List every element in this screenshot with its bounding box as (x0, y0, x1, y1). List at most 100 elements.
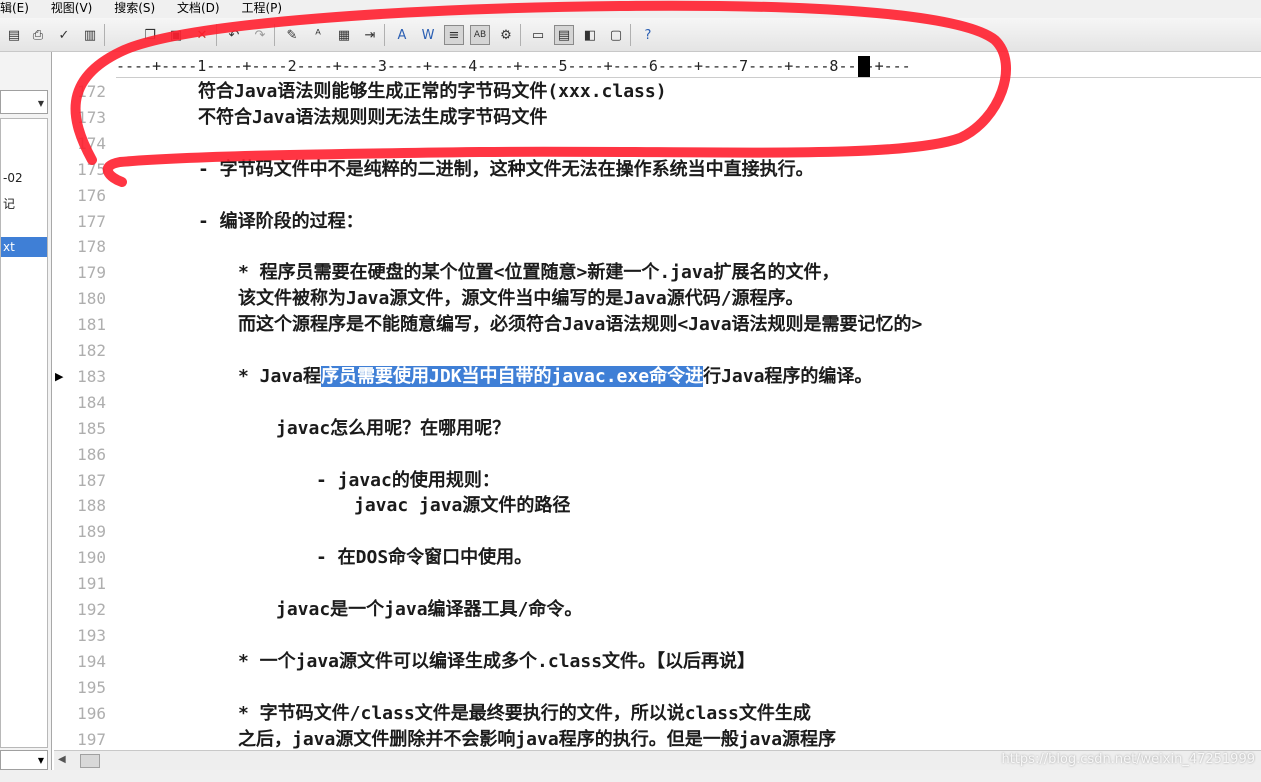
help-icon[interactable]: ? (638, 25, 658, 45)
spellcheck-icon[interactable]: ✓ (54, 25, 74, 45)
line-number: 188 (77, 496, 106, 516)
code-line[interactable]: * 字节码文件/class文件是最终要执行的文件，所以说class文件生成 (238, 701, 811, 727)
ruler-icon[interactable]: AB (470, 25, 490, 45)
clip-library-icon[interactable]: ◧ (580, 25, 600, 45)
document-list-icon[interactable]: ▤ (554, 25, 574, 45)
line-number: 174 (77, 133, 106, 153)
goto-line-icon[interactable]: ⇥ (360, 25, 380, 45)
line-number: 176 (77, 185, 106, 205)
line-number: 196 (77, 703, 106, 723)
code-text: - 编译阶段的过程： (198, 210, 364, 232)
ruler: ----+----1----+----2----+----3----+----4… (116, 54, 1261, 78)
output-window-icon[interactable]: ▢ (606, 25, 626, 45)
list-item[interactable]: -02 (3, 171, 23, 185)
paste-icon[interactable]: ▣ (166, 25, 186, 45)
line-number: 181 (77, 315, 106, 335)
code-line[interactable]: * Java程序员需要使用JDK当中自带的javac.exe命令进行Java程序… (238, 364, 872, 390)
redo-icon[interactable]: ↷ (250, 25, 270, 45)
code-line[interactable]: 该文件被称为Java源文件，源文件当中编写的是Java源代码/源程序。 (238, 286, 804, 312)
document-panel: ▼ -02 记 xt ▼ (0, 52, 52, 782)
copy-icon[interactable]: ❐ (140, 25, 160, 45)
toolbar: ▤ ⎙ ✓ ▥ ❐ ▣ ✕ ↶ ↷ ✎ ᴬ ▦ ⇥ A W ≡ AB ⚙ ▭ ▤… (0, 18, 1261, 52)
wordwrap-icon[interactable]: W (418, 25, 438, 45)
font-icon[interactable]: A (392, 25, 412, 45)
line-number: 173 (77, 107, 106, 127)
code-text: javac是一个java编译器工具/命令。 (276, 599, 583, 620)
line-number: 189 (77, 522, 106, 542)
print-icon[interactable]: ⎙ (28, 25, 48, 45)
code-line[interactable]: 不符合Java语法规则则无法生成字节码文件 (198, 105, 547, 131)
line-numbers-icon[interactable]: ≡ (444, 25, 464, 45)
code-line[interactable]: javac怎么用呢？在哪用呢？ (276, 416, 510, 442)
code-text: * 一个java源文件可以编译生成多个.class文件。【以后再说】 (238, 650, 756, 672)
tools-icon[interactable]: ⚙ (496, 25, 516, 45)
code-text: * 程序员需要在硬盘的某个位置<位置随意>新建一个.java扩展名的文件， (238, 262, 840, 284)
code-line[interactable]: javac java源文件的路径 (354, 493, 570, 519)
line-number: 190 (77, 548, 106, 568)
find-in-files-icon[interactable]: ▦ (334, 25, 354, 45)
line-number: 178 (77, 237, 106, 257)
line-number: 182 (77, 341, 106, 360)
current-line-marker-icon: ▶ (55, 369, 64, 383)
line-number: 192 (77, 600, 106, 619)
code-line[interactable]: - javac的使用规则： (316, 468, 500, 494)
line-number: 197 (77, 729, 106, 749)
code-line[interactable]: - 字节码文件中不是纯粹的二进制，这种文件无法在操作系统当中直接执行。 (198, 157, 814, 183)
code-line[interactable]: 符合Java语法则能够生成正常的字节码文件(xxx.class) (198, 79, 667, 105)
code-text: javac java源文件的路径 (354, 495, 571, 517)
menu-view[interactable]: 视图(V) (51, 0, 93, 16)
list-item[interactable]: 记 (3, 195, 15, 212)
line-number: 180 (77, 289, 106, 309)
find-icon[interactable]: ✎ (282, 25, 302, 45)
filter-dropdown[interactable]: ▼ (0, 750, 48, 770)
new-file-icon[interactable]: ▤ (4, 25, 24, 45)
line-number: 191 (77, 574, 106, 594)
code-text: 之后，java源文件删除并不会影响java程序的执行。但是一般java源程序 (238, 728, 837, 750)
preview-icon[interactable]: ▥ (80, 25, 100, 45)
replace-icon[interactable]: ᴬ (308, 25, 328, 45)
code-line[interactable]: * 程序员需要在硬盘的某个位置<位置随意>新建一个.java扩展名的文件， (238, 260, 840, 286)
chevron-down-icon: ▼ (37, 99, 44, 108)
selected-text[interactable]: 序员需要使用JDK当中自带的javac.exe命令进 (321, 365, 704, 387)
line-number: 172 (77, 82, 106, 101)
folder-dropdown[interactable]: ▼ (0, 90, 48, 114)
code-line[interactable]: javac是一个java编译器工具/命令。 (276, 597, 582, 623)
line-number: 195 (77, 677, 106, 697)
code-text: * 字节码文件/class文件是最终要执行的文件，所以说class文件生成 (238, 702, 811, 724)
menu-bar: 辑(E) 视图(V) 搜索(S) 文档(D) 工程(P) (0, 0, 1261, 18)
code-text: - 字节码文件中不是纯粹的二进制，这种文件无法在操作系统当中直接执行。 (198, 158, 814, 180)
menu-search[interactable]: 搜索(S) (114, 0, 155, 16)
watermark: https://blog.csdn.net/weixin_47251999 (1001, 752, 1255, 767)
code-text: 而这个源程序是不能随意编写，必须符合Java语法规则<Java语法规则是需要记忆… (238, 314, 923, 336)
line-number: 184 (77, 392, 106, 412)
line-number: 175 (77, 159, 106, 179)
status-bar (0, 770, 1261, 782)
scroll-left-icon[interactable]: ◀ (58, 754, 66, 765)
menu-edit[interactable]: 辑(E) (0, 0, 29, 16)
code-text: 符合Java语法则能够生成正常的字节码文件(xxx.class) (198, 81, 667, 102)
menu-project[interactable]: 工程(P) (241, 0, 282, 16)
code-line[interactable]: 而这个源程序是不能随意编写，必须符合Java语法规则<Java语法规则是需要记忆… (238, 312, 922, 338)
scrollbar-thumb[interactable] (80, 754, 100, 768)
file-list[interactable]: -02 记 xt (0, 118, 48, 748)
list-item-selected[interactable]: xt (1, 237, 47, 257)
code-line[interactable]: * 一个java源文件可以编译生成多个.class文件。【以后再说】 (238, 649, 755, 675)
line-number: 187 (77, 470, 106, 490)
chevron-down-icon: ▼ (37, 756, 44, 765)
line-number: 193 (77, 625, 106, 645)
line-number: 179 (77, 263, 106, 283)
code-line[interactable]: 之后，java源文件删除并不会影响java程序的执行。但是一般java源程序 (238, 727, 836, 751)
ruler-cursor-marker (858, 56, 870, 77)
code-line[interactable]: - 编译阶段的过程： (198, 209, 364, 235)
window-icon[interactable]: ▭ (528, 25, 548, 45)
delete-icon[interactable]: ✕ (192, 25, 212, 45)
line-number: 177 (77, 211, 106, 231)
code-text: javac怎么用呢？在哪用呢？ (276, 417, 511, 439)
text-editor[interactable]: 172 符合Java语法则能够生成正常的字节码文件(xxx.class) 173 不符… (54, 78, 1261, 750)
code-line[interactable]: - 在DOS命令窗口中使用。 (316, 545, 532, 571)
undo-icon[interactable]: ↶ (224, 25, 244, 45)
code-text: - javac的使用规则： (316, 469, 500, 491)
code-text: * Java程 (238, 365, 322, 387)
menu-document[interactable]: 文档(D) (177, 0, 220, 16)
code-text: 不符合Java语法规则则无法生成字节码文件 (198, 106, 548, 128)
